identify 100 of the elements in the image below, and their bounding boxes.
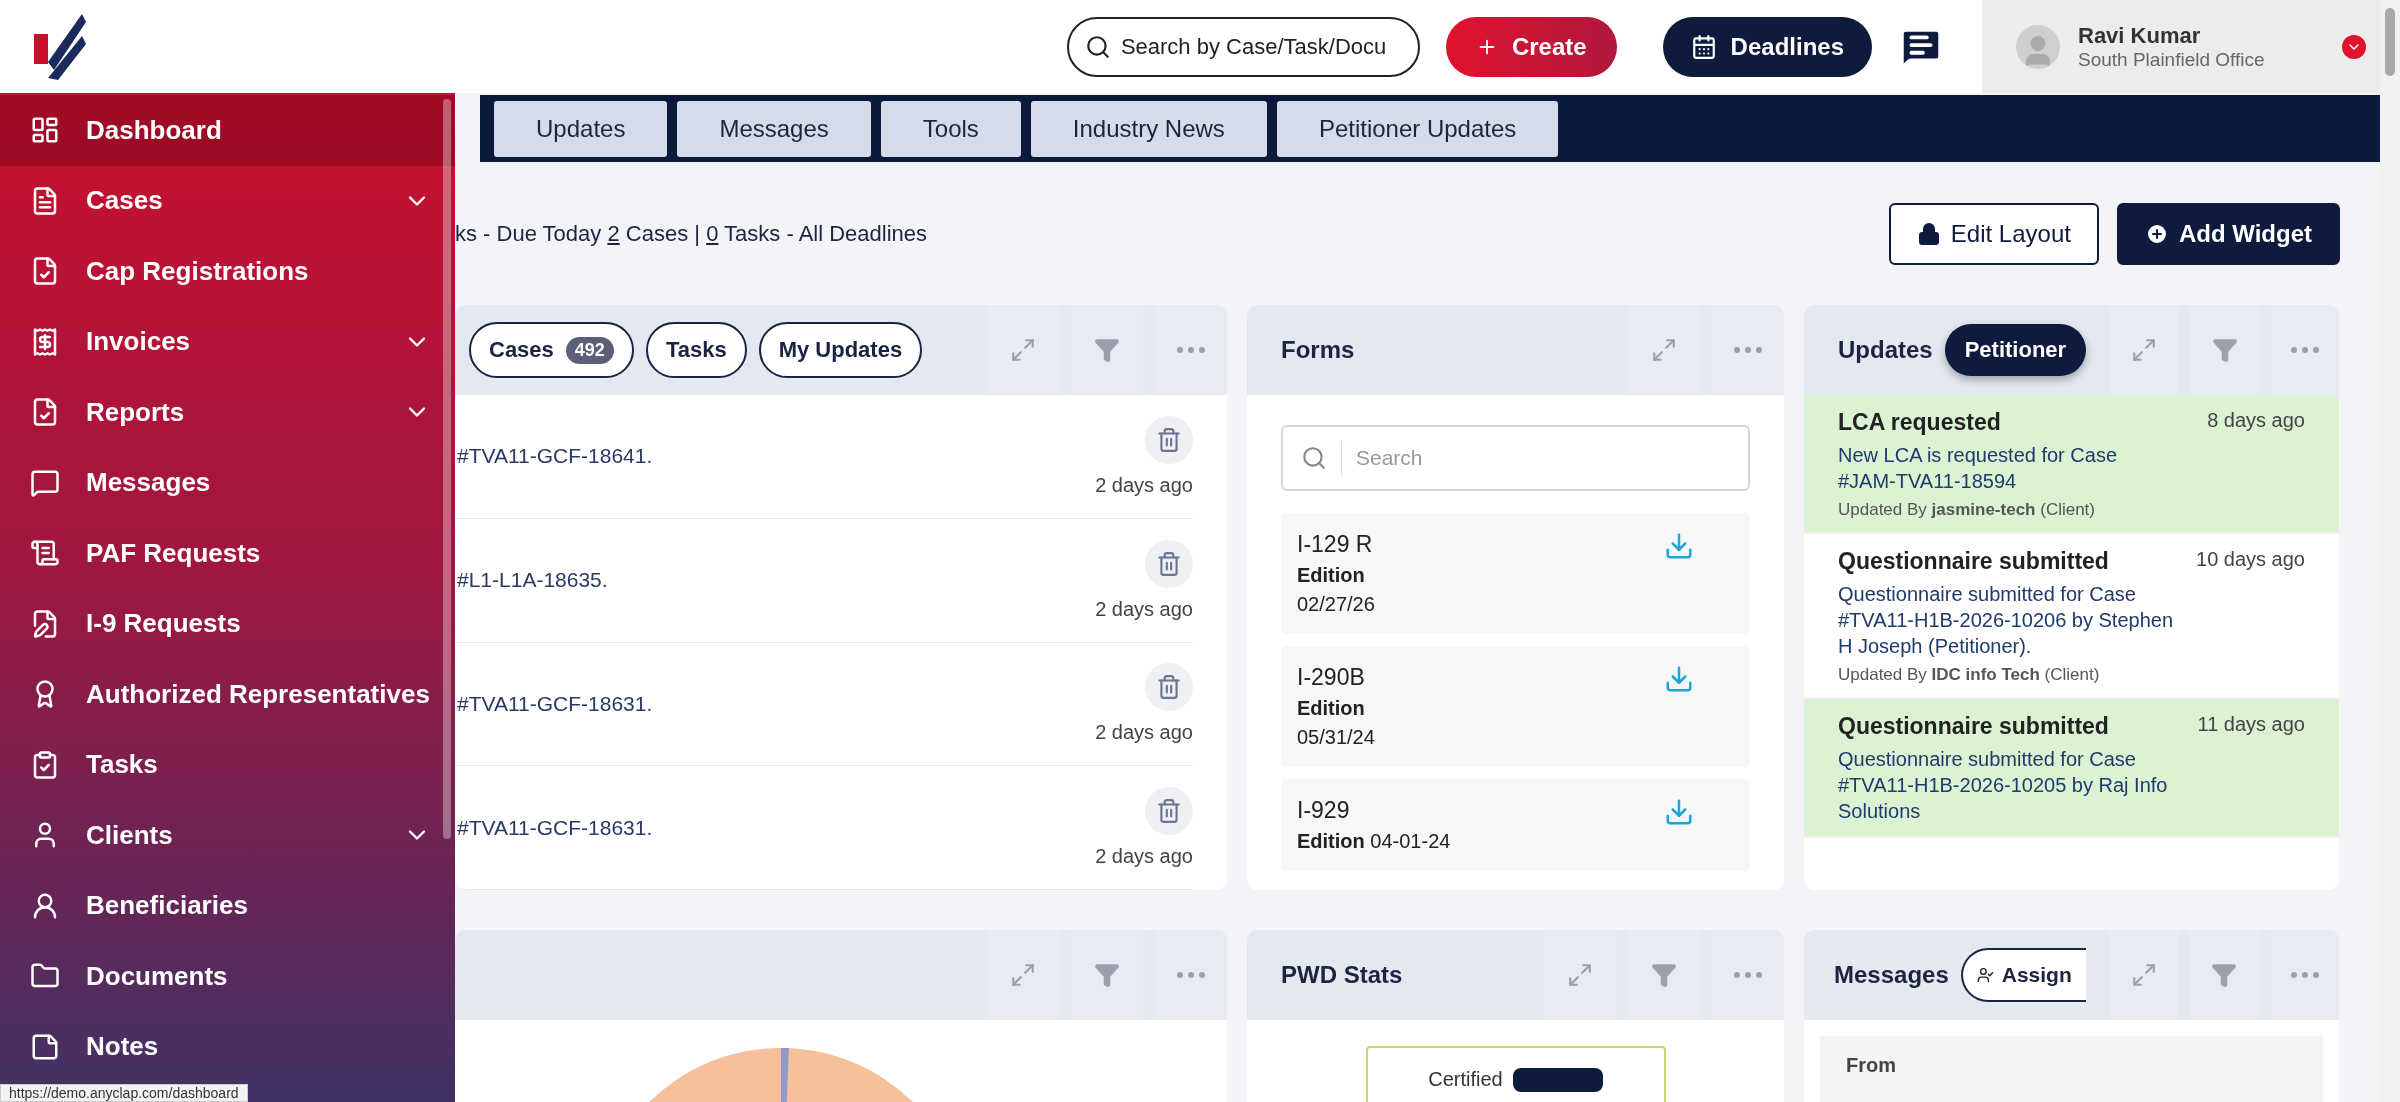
- sidebar-item[interactable]: PAF Requests: [0, 518, 455, 589]
- sidebar-item[interactable]: Notes: [0, 1011, 455, 1082]
- scrollbar-thumb[interactable]: [2385, 8, 2395, 76]
- deadline-summary: ks - Due Today 2 Cases | 0 Tasks - All Deadlines: [455, 220, 928, 247]
- sidebar-item[interactable]: Authorized Representatives: [0, 659, 455, 730]
- time-text: 2 days ago: [1095, 473, 1193, 497]
- scrollbar-thumb[interactable]: [443, 99, 451, 839]
- updated-by-text: Updated By IDC info Tech (Client): [1838, 665, 2101, 685]
- more-icon: [1734, 972, 1762, 978]
- scroll-icon: [30, 538, 60, 569]
- lock-icon: [1916, 221, 1941, 246]
- download-button[interactable]: [1664, 531, 1694, 561]
- filter-chip[interactable]: Tasks: [645, 322, 747, 378]
- trash-icon: [1156, 426, 1182, 453]
- case-text: #TVA11-GCF-18631.: [456, 815, 653, 840]
- grid-icon: [30, 115, 60, 146]
- filter-icon: [1094, 962, 1120, 988]
- more-icon: [2290, 347, 2319, 353]
- update-title: Questionnaire submitted: [1838, 713, 2109, 740]
- filter-button[interactable]: [2190, 305, 2259, 395]
- edit-layout-button[interactable]: Edit Layout: [1888, 202, 2099, 265]
- sidebar-item[interactable]: Beneficiaries: [0, 870, 455, 941]
- download-icon: [1664, 664, 1694, 694]
- petitioner-button[interactable]: Petitioner: [1944, 324, 2087, 376]
- update-title: Questionnaire submitted: [1838, 548, 2109, 575]
- trash-icon: [1156, 798, 1182, 825]
- sidebar-item[interactable]: I-9 Requests: [0, 588, 455, 659]
- sidebar-item[interactable]: Documents: [0, 941, 455, 1012]
- tab[interactable]: Updates: [494, 100, 668, 157]
- sidebar-item[interactable]: Clients: [0, 800, 455, 871]
- sidebar-item[interactable]: Tasks: [0, 729, 455, 800]
- sidebar-item[interactable]: Invoices: [0, 306, 455, 377]
- tab[interactable]: Messages: [677, 100, 871, 157]
- expand-button[interactable]: [1544, 930, 1616, 1020]
- update-title: LCA requested: [1838, 409, 2001, 436]
- filter-icon: [1094, 337, 1120, 363]
- expand-button[interactable]: [2109, 930, 2179, 1020]
- add-widget-button[interactable]: Add Widget: [2116, 202, 2340, 265]
- delete-button[interactable]: [1145, 415, 1193, 464]
- search-icon: [1084, 33, 1111, 60]
- time-text: 2 days ago: [1095, 845, 1193, 869]
- count-badge: 492: [565, 336, 614, 364]
- scrollbar[interactable]: [2380, 0, 2400, 1102]
- tab[interactable]: Petitioner Updates: [1276, 100, 1559, 157]
- more-icon: [1177, 972, 1205, 978]
- filter-button[interactable]: [1071, 305, 1143, 395]
- caret-button[interactable]: [2342, 34, 2366, 59]
- sidebar-item[interactable]: Cases: [0, 165, 455, 236]
- sidebar-item[interactable]: Dashboard: [0, 95, 455, 166]
- logo-icon: [34, 13, 86, 80]
- more-icon: [1734, 347, 1762, 353]
- filter-button[interactable]: [1071, 930, 1143, 1020]
- edition-date: 02/27/26: [1297, 593, 1375, 616]
- expand-icon: [2131, 337, 2158, 363]
- expand-button[interactable]: [987, 305, 1059, 395]
- expand-icon: [2130, 962, 2157, 988]
- expand-icon: [1567, 962, 1593, 988]
- expand-button[interactable]: [1628, 305, 1700, 395]
- updated-by-text: Updated By jasmine-tech (Client): [1838, 500, 2096, 520]
- user-office: South Plainfield Office: [2078, 48, 2266, 71]
- column-header: From: [1846, 1054, 1896, 1076]
- sidebar-item[interactable]: Messages: [0, 447, 455, 518]
- status-label: Certified: [1428, 1068, 1503, 1092]
- tab[interactable]: Industry News: [1030, 100, 1267, 157]
- sidebar-item[interactable]: Reports: [0, 377, 455, 448]
- case-text: #TVA11-GCF-18641.: [456, 444, 653, 469]
- case-text: #TVA11-GCF-18631.: [456, 691, 653, 716]
- search-field[interactable]: Search by Case/Task/Docu: [1066, 16, 1420, 77]
- filter-button[interactable]: [2190, 930, 2259, 1020]
- deadlines-button[interactable]: Deadlines: [1662, 16, 1872, 77]
- delete-button[interactable]: [1145, 663, 1193, 712]
- update-text: Questionnaire submitted for Case #TVA11-H1B-2026-10205 by Raj Info Solutions: [1838, 747, 2169, 824]
- form-name: I-129 R: [1297, 531, 1374, 558]
- assign-button[interactable]: Assign: [1960, 948, 2086, 1002]
- time-text: 8 days ago: [2207, 409, 2305, 432]
- trash-icon: [1156, 550, 1182, 577]
- expand-button[interactable]: [987, 930, 1059, 1020]
- filter-button[interactable]: [1628, 930, 1700, 1020]
- time-text: 2 days ago: [1095, 721, 1193, 745]
- create-button[interactable]: Create: [1445, 16, 1617, 77]
- download-button[interactable]: [1664, 797, 1694, 827]
- edition-date: 05/31/24: [1297, 726, 1375, 749]
- trash-icon: [1156, 674, 1182, 701]
- count-link[interactable]: 2: [607, 220, 620, 246]
- expand-icon: [1010, 962, 1036, 988]
- case-text: #L1-L1A-18635.: [456, 568, 608, 593]
- delete-button[interactable]: [1145, 539, 1193, 588]
- sidebar-item[interactable]: Cap Registrations: [0, 236, 455, 307]
- widget-title: PWD Stats: [1281, 961, 1403, 989]
- edition-label: Edition: [1297, 564, 1366, 587]
- filter-chip[interactable]: Cases 492: [469, 322, 634, 378]
- delete-button[interactable]: [1145, 787, 1193, 836]
- expand-button[interactable]: [2110, 305, 2179, 395]
- count-link[interactable]: 0: [706, 220, 719, 246]
- more-icon: [2290, 972, 2319, 978]
- tab[interactable]: Tools: [880, 100, 1021, 157]
- form-name: I-290B: [1297, 664, 1366, 691]
- expand-icon: [1651, 337, 1677, 363]
- filter-chip[interactable]: My Updates: [758, 322, 923, 378]
- download-button[interactable]: [1664, 664, 1694, 694]
